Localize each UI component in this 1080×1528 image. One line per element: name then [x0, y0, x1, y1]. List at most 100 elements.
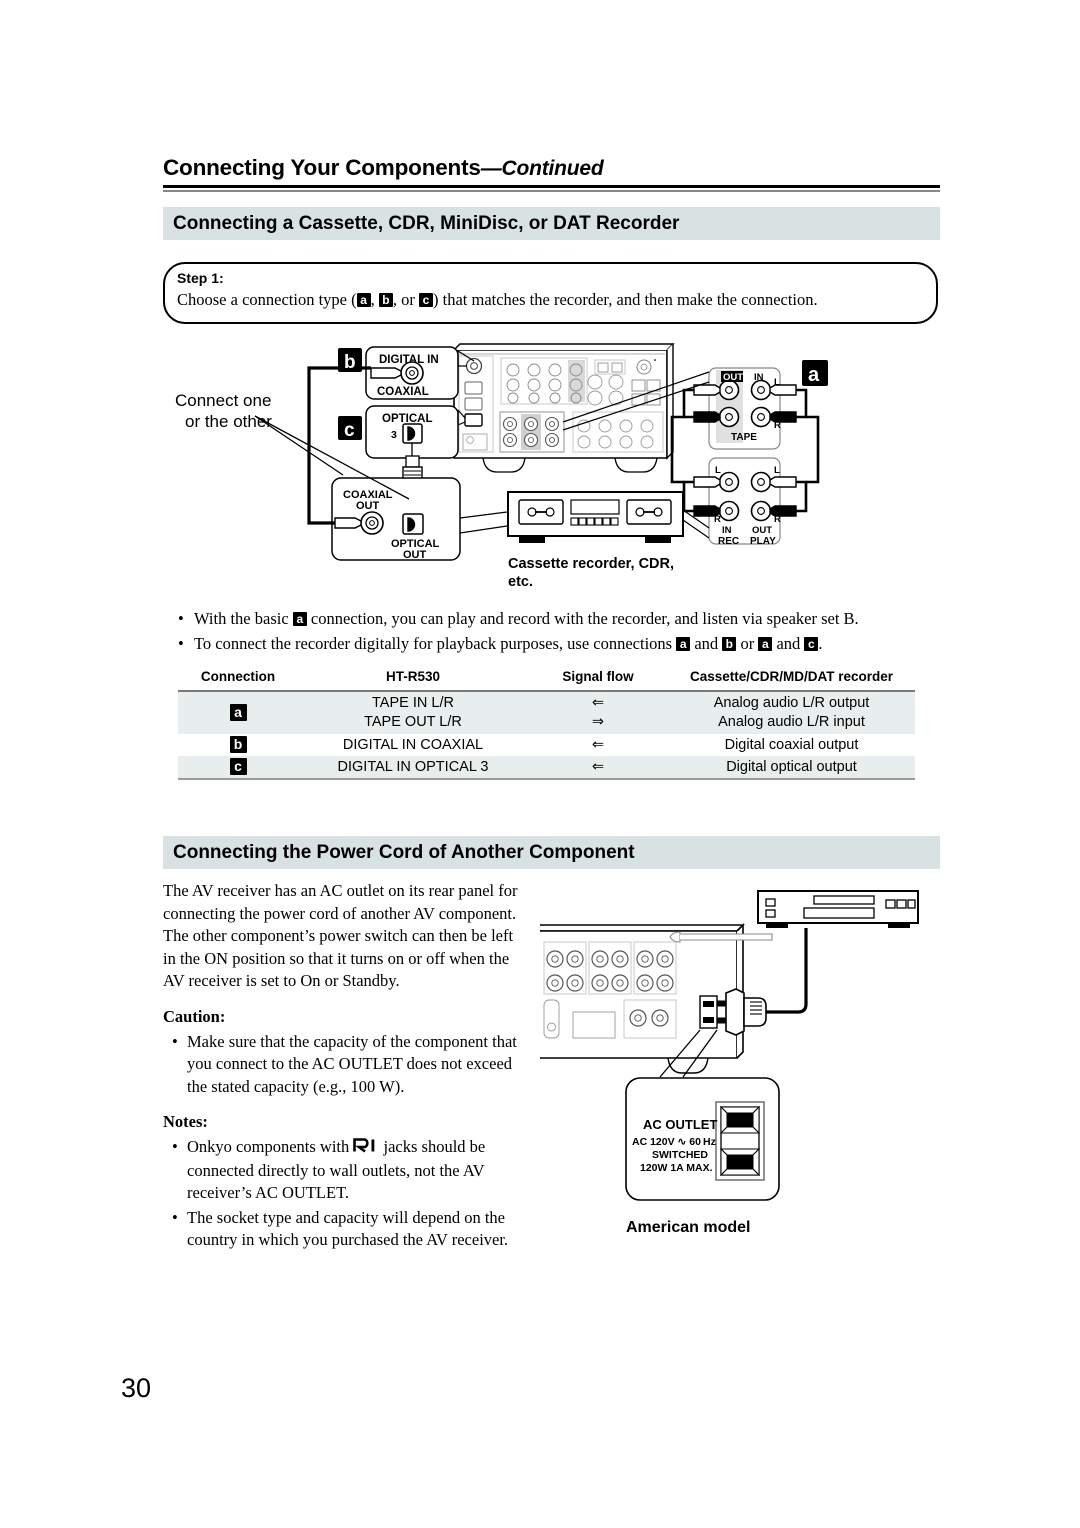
ac-outlet-title: AC OUTLET — [643, 1117, 717, 1132]
ac-outlet-line3: 120W 1A MAX. — [640, 1162, 713, 1174]
cell-flow-b: ⇐ — [591, 737, 605, 753]
manual-page: Connecting Your Components—Continued Con… — [0, 0, 1080, 1528]
page-title: Connecting Your Components—Continued — [163, 155, 940, 181]
svg-text:c: c — [344, 420, 355, 441]
col-header-connection: Connection — [178, 666, 298, 692]
cell-recorder-a-line2: Analog audio L/R input — [718, 714, 865, 730]
badge-c-inline: c — [419, 293, 433, 307]
step-1-label: Step 1: — [177, 270, 224, 286]
cassette-connection-diagram: Connect one or the other DIGITAL IN COAX… — [163, 330, 940, 602]
col-header-recorder: Cassette/CDR/MD/DAT recorder — [668, 666, 915, 692]
cell-connection-c: c — [178, 756, 298, 780]
caution-heading: Caution: — [163, 1006, 226, 1026]
table-header-row: Connection HT-R530 Signal flow Cassette/… — [178, 666, 915, 692]
badge-a-bullet-3: a — [758, 637, 773, 651]
power-cord-diagram-svg: AC OUTLET AC 120V ∿ 60 Hz SWITCHED 120W … — [540, 890, 919, 1236]
cassette-connection-diagram-svg: Connect one or the other DIGITAL IN COAX… — [175, 343, 828, 590]
bullet-dot: • — [178, 609, 184, 628]
badge-b-table: b — [229, 736, 247, 753]
badge-b-bullet: b — [722, 637, 737, 651]
notes-heading: Notes: — [163, 1112, 208, 1132]
figure-coaxial-label: COAXIAL — [377, 386, 429, 398]
ac-outlet-line1: AC 120V ∿ 60 Hz — [632, 1136, 716, 1148]
figure-tape-L: L — [774, 377, 780, 388]
step-1-sep-1: , — [370, 290, 379, 309]
figure-optical-out-line2: OUT — [403, 549, 427, 561]
bullet-2-after: . — [818, 634, 823, 653]
table-row: c DIGITAL IN OPTICAL 3 ⇐ Digital optical… — [178, 756, 915, 780]
figure-rec-label: REC — [718, 536, 739, 547]
ac-outlet-line2: SWITCHED — [652, 1149, 708, 1161]
figure-tape-label: TAPE — [731, 432, 757, 443]
cell-recorder-b: Digital coaxial output — [724, 737, 859, 753]
cell-receiver-a-line1: TAPE IN L/R — [372, 695, 454, 711]
figure-connect-one-line1: Connect one — [175, 391, 271, 410]
bullet-dot: • — [172, 1136, 178, 1156]
receiver-rear-panel — [453, 343, 675, 473]
figure-play-L: L — [774, 465, 780, 476]
figure-rec-in: IN — [722, 525, 732, 536]
caution-list: • Make sure that the capacity of the comp… — [163, 1031, 528, 1099]
cell-flow-c: ⇐ — [528, 756, 668, 780]
bullet-2-before: To connect the recorder digitally for pl… — [194, 634, 677, 653]
bullet-2-mid-3: and — [772, 634, 805, 653]
caution-item-1: Make sure that the capacity of the compo… — [187, 1031, 517, 1096]
figure-tape-in-label: IN — [754, 372, 764, 383]
cell-flow-a-line2: ⇒ — [591, 714, 605, 730]
badge-c-bullet: c — [804, 637, 819, 651]
header-rule-thin — [163, 190, 940, 192]
american-model-caption: American model — [626, 1219, 750, 1236]
cell-recorder-a-line1: Analog audio L/R output — [713, 695, 870, 711]
running-head: Connecting Your Components—Continued — [163, 155, 940, 192]
other-av-component — [757, 890, 919, 928]
step-1-sep-2: , or — [392, 290, 419, 309]
section-heading-power: Connecting the Power Cord of Another Com… — [163, 836, 940, 869]
figure-coaxial-out-line2: OUT — [356, 500, 380, 512]
bullet-2-mid-2: or — [736, 634, 759, 653]
connection-table: Connection HT-R530 Signal flow Cassette/… — [178, 666, 915, 780]
cell-recorder-c: Digital optical output — [668, 756, 915, 780]
ri-logo-icon — [353, 1137, 379, 1160]
figure-connect-one-line2: or the other — [185, 412, 272, 431]
badge-a-table: a — [229, 704, 247, 721]
section-heading-cassette-label: Connecting a Cassette, CDR, MiniDisc, or… — [173, 213, 680, 234]
power-intro-paragraph: The AV receiver has an AC outlet on its … — [163, 881, 518, 991]
figure-tape-out-label: OUT — [723, 372, 743, 383]
cell-receiver-a: TAPE IN L/R TAPE OUT L/R — [298, 691, 528, 734]
bullet-1-before: With the basic — [194, 609, 293, 628]
list-item: • Make sure that the capacity of the comp… — [163, 1031, 528, 1099]
page-title-continued: —Continued — [480, 157, 604, 180]
list-item: • With the basic a connection, you can pl… — [178, 606, 948, 631]
col-header-receiver: HT-R530 — [298, 666, 528, 692]
bullet-1-after: connection, you can play and record with… — [306, 609, 859, 628]
table-row: b DIGITAL IN COAXIAL ⇐ Digital coaxial o… — [178, 734, 915, 756]
figure-play-out: OUT — [752, 525, 772, 536]
figure-optical-label: OPTICAL — [382, 413, 432, 425]
cassette-bullet-list: • With the basic a connection, you can pl… — [178, 606, 948, 656]
notes-list: • Onkyo components with jacks should be c… — [163, 1136, 528, 1252]
badge-a-bullet: a — [292, 612, 307, 626]
cell-receiver-b: DIGITAL IN COAXIAL — [342, 737, 484, 753]
col-header-signal-flow: Signal flow — [528, 666, 668, 692]
cell-receiver-a-line2: TAPE OUT L/R — [364, 714, 462, 730]
figure-rec-L: L — [715, 465, 721, 476]
cell-flow-a-line1: ⇐ — [591, 695, 605, 711]
power-cord-diagram: AC OUTLET AC 120V ∿ 60 Hz SWITCHED 120W … — [540, 880, 940, 1280]
page-title-main: Connecting Your Components — [163, 155, 481, 180]
cassette-deck — [507, 491, 684, 543]
receiver-ac-outlet — [699, 995, 718, 1029]
step-1-text-before: Choose a connection type ( — [177, 290, 357, 309]
badge-a-inline: a — [356, 293, 371, 307]
bullet-dot: • — [172, 1031, 178, 1051]
list-item: • To connect the recorder digitally for p… — [178, 631, 948, 656]
page-number: 30 — [121, 1373, 152, 1403]
svg-text:a: a — [808, 364, 820, 386]
figure-tape-R: R — [774, 420, 781, 431]
section-heading-cassette: Connecting a Cassette, CDR, MiniDisc, or… — [163, 207, 940, 240]
svg-text:b: b — [344, 352, 356, 373]
figure-caption-line2: etc. — [508, 574, 533, 590]
cell-recorder-a: Analog audio L/R output Analog audio L/R… — [668, 691, 915, 734]
badge-a-bullet-2: a — [676, 637, 691, 651]
table-row: a TAPE IN L/R TAPE OUT L/R ⇐ ⇒ Analog au… — [178, 691, 915, 734]
power-cord-text: The AV receiver has an AC outlet on its … — [163, 880, 528, 1265]
